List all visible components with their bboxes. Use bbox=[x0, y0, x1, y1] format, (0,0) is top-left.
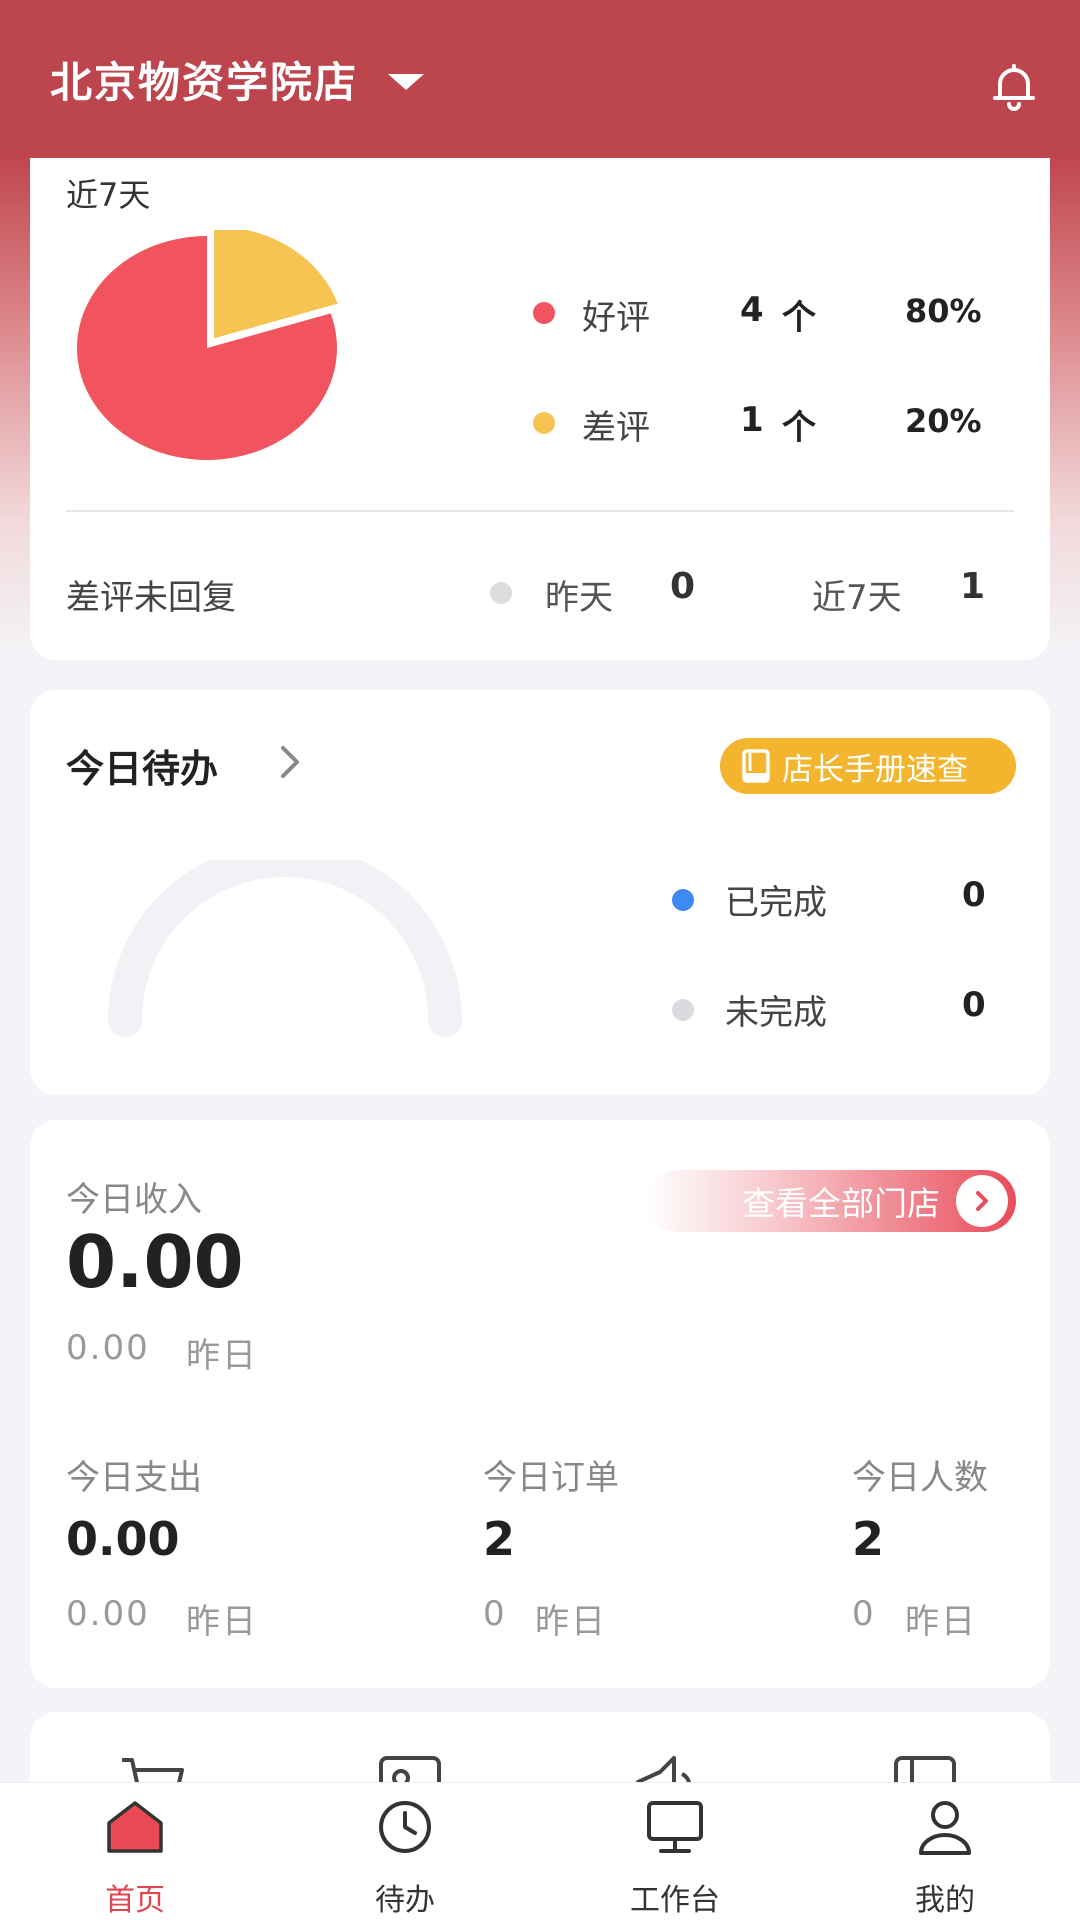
book-icon bbox=[742, 749, 770, 783]
top-header: 北京物资学院店 bbox=[0, 0, 1080, 158]
reviews-card: 近7天 好评 4 个 80% 差评 1 个 20% 差评未回复 昨天 0 近7天… bbox=[30, 130, 1050, 660]
tab-todo[interactable]: 待办 bbox=[315, 1783, 495, 1920]
unreplied-label: 差评未回复 bbox=[66, 578, 236, 618]
reviews-divider bbox=[66, 510, 1014, 512]
arrow-right-circle-icon bbox=[956, 1175, 1008, 1227]
visitors-yesterday-value: 0 bbox=[852, 1594, 876, 1634]
completed-label: 已完成 bbox=[725, 883, 827, 923]
income-value: 0.00 bbox=[66, 1220, 244, 1304]
todo-title[interactable]: 今日待办 bbox=[66, 738, 218, 793]
pending-value: 0 bbox=[962, 985, 986, 1025]
completed-value: 0 bbox=[962, 875, 986, 915]
legend-name-good: 好评 bbox=[582, 298, 650, 338]
bottom-tab-bar: 首页 待办 工作台 我的 bbox=[0, 1782, 1080, 1920]
unreplied-yesterday-value: 0 bbox=[670, 566, 696, 607]
tab-todo-label: 待办 bbox=[375, 1883, 435, 1918]
clock-icon bbox=[379, 1801, 431, 1853]
orders-label: 今日订单 bbox=[483, 1458, 619, 1498]
manager-manual-button[interactable]: 店长手册速查 bbox=[720, 738, 1016, 794]
unreplied-week-label: 近7天 bbox=[812, 578, 902, 618]
home-icon bbox=[107, 1801, 163, 1853]
legend-count-bad: 1 bbox=[740, 400, 764, 440]
legend-percent-bad: 20% bbox=[905, 402, 982, 440]
bell-icon[interactable] bbox=[986, 58, 1042, 114]
unreplied-dot bbox=[490, 582, 512, 604]
income-yesterday-value: 0.00 bbox=[66, 1328, 150, 1368]
legend-count-good: 4 bbox=[740, 290, 764, 330]
expense-yesterday-label: 昨日 bbox=[186, 1602, 258, 1642]
store-name[interactable]: 北京物资学院店 bbox=[50, 49, 358, 110]
completed-dot bbox=[672, 889, 694, 911]
pending-dot bbox=[672, 999, 694, 1021]
view-all-stores-button[interactable]: 查看全部门店 bbox=[646, 1170, 1016, 1232]
tab-home[interactable]: 首页 bbox=[45, 1783, 225, 1920]
expense-value: 0.00 bbox=[66, 1512, 180, 1566]
expense-label: 今日支出 bbox=[66, 1458, 202, 1498]
tab-workbench[interactable]: 工作台 bbox=[585, 1783, 765, 1920]
legend-dot-good bbox=[533, 302, 555, 324]
legend-percent-good: 80% bbox=[905, 292, 982, 330]
legend-unit-bad: 个 bbox=[782, 408, 816, 448]
expense-yesterday-value: 0.00 bbox=[66, 1594, 150, 1634]
visitors-label: 今日人数 bbox=[852, 1458, 988, 1498]
manager-manual-label: 店长手册速查 bbox=[782, 751, 968, 788]
visitors-yesterday-label: 昨日 bbox=[905, 1602, 977, 1642]
tab-workbench-label: 工作台 bbox=[630, 1883, 720, 1918]
legend-row-bad: 差评 1 个 20% bbox=[30, 400, 1050, 450]
income-yesterday-label: 昨日 bbox=[186, 1336, 258, 1376]
monitor-icon bbox=[647, 1801, 703, 1853]
todo-card: 今日待办 店长手册速查 已完成 0 未完成 0 bbox=[30, 690, 1050, 1095]
orders-yesterday-value: 0 bbox=[483, 1594, 507, 1634]
legend-dot-bad bbox=[533, 412, 555, 434]
legend-row-good: 好评 4 个 80% bbox=[30, 290, 1050, 340]
pending-label: 未完成 bbox=[725, 993, 827, 1033]
unreplied-week-value: 1 bbox=[960, 566, 986, 607]
tab-mine[interactable]: 我的 bbox=[855, 1783, 1035, 1920]
chevron-right-icon[interactable] bbox=[275, 742, 305, 782]
todo-pending-row: 未完成 0 bbox=[30, 985, 1050, 1035]
tab-mine-label: 我的 bbox=[915, 1883, 975, 1918]
legend-name-bad: 差评 bbox=[582, 408, 650, 448]
reviews-period-label: 近7天 bbox=[66, 176, 151, 214]
legend-unit-good: 个 bbox=[782, 298, 816, 338]
income-label: 今日收入 bbox=[66, 1180, 202, 1220]
tab-home-label: 首页 bbox=[105, 1883, 165, 1918]
todo-completed-row: 已完成 0 bbox=[30, 875, 1050, 925]
income-card: 今日收入 0.00 0.00 昨日 查看全部门店 今日支出 0.00 0.00 … bbox=[30, 1120, 1050, 1688]
store-dropdown-icon[interactable] bbox=[388, 74, 425, 90]
unreplied-yesterday-label: 昨天 bbox=[545, 578, 613, 618]
user-icon bbox=[919, 1801, 971, 1855]
orders-yesterday-label: 昨日 bbox=[535, 1602, 607, 1642]
orders-value: 2 bbox=[483, 1512, 516, 1566]
view-all-stores-label: 查看全部门店 bbox=[742, 1184, 940, 1223]
visitors-value: 2 bbox=[852, 1512, 885, 1566]
